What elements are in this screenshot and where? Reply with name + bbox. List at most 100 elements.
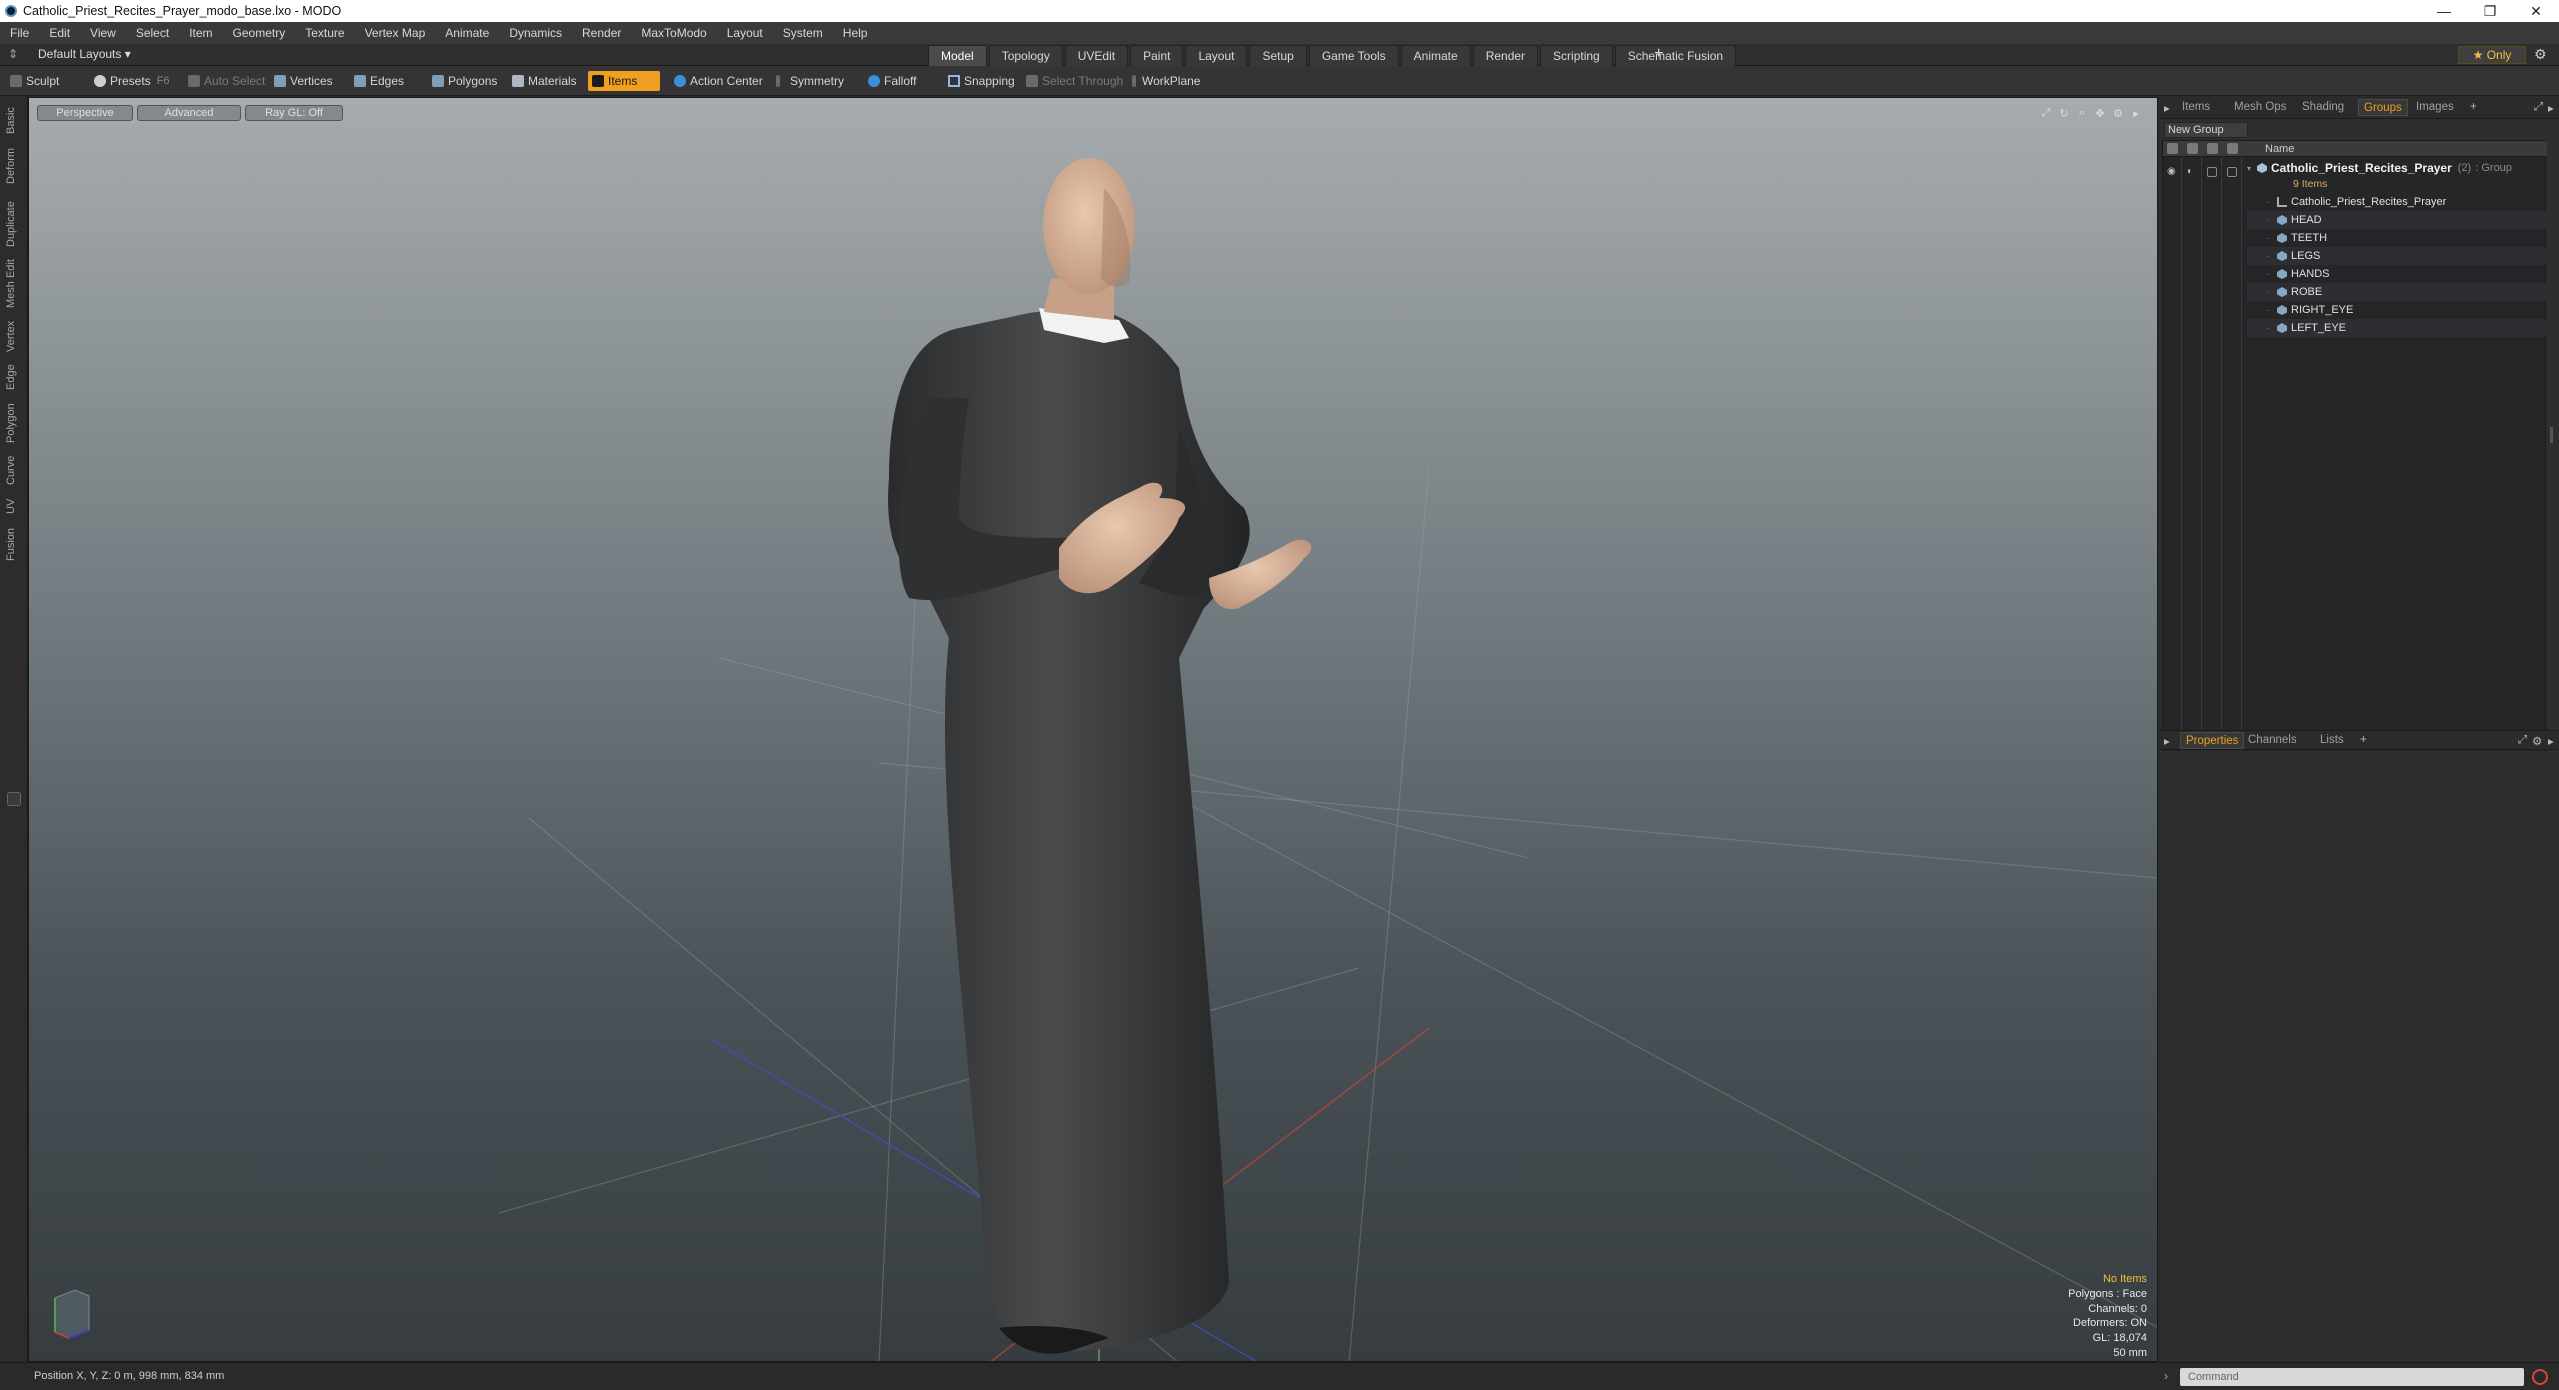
left-tab-curve[interactable]: Curve (5, 452, 21, 488)
select-through-button[interactable]: Select Through (1022, 71, 1127, 91)
close-button[interactable]: ✕ (2513, 0, 2559, 22)
pin-icon[interactable]: ⇕ (8, 47, 18, 61)
tab-schematic-fusion[interactable]: Schematic Fusion (1614, 45, 1737, 67)
collapse-triangle-icon[interactable]: ▾ (2247, 164, 2257, 173)
menu-edit[interactable]: Edit (49, 26, 70, 40)
layout-dropdown[interactable]: Default Layouts ▾ (38, 47, 131, 61)
menu-file[interactable]: File (10, 26, 29, 40)
tab-model[interactable]: Model (928, 45, 987, 67)
tab-setup[interactable]: Setup (1249, 45, 1307, 67)
menu-geometry[interactable]: Geometry (233, 26, 286, 40)
viewport-gear-icon[interactable]: ⚙ (2111, 106, 2125, 120)
snapping-button[interactable]: Snapping (944, 71, 1019, 91)
menu-dynamics[interactable]: Dynamics (509, 26, 562, 40)
menu-select[interactable]: Select (136, 26, 169, 40)
menu-vertex-map[interactable]: Vertex Map (365, 26, 426, 40)
symmetry-button[interactable]: Symmetry (772, 71, 848, 91)
ray-gl-dropdown[interactable]: Ray GL: Off (245, 105, 343, 121)
left-tab-fusion[interactable]: Fusion (5, 524, 21, 564)
tab-animate[interactable]: Animate (1400, 45, 1471, 67)
command-record-icon[interactable] (2532, 1369, 2548, 1385)
menu-help[interactable]: Help (843, 26, 868, 40)
list-item[interactable]: · LEGS (2267, 247, 2559, 265)
left-tab-duplicate[interactable]: Duplicate (5, 196, 21, 252)
left-tab-uv[interactable]: UV (5, 494, 21, 518)
list-scrollbar[interactable] (2550, 427, 2553, 443)
menu-render[interactable]: Render (582, 26, 621, 40)
tab-channels[interactable]: Channels (2248, 734, 2297, 746)
name-column-header[interactable]: Name (2265, 143, 2294, 155)
properties-gear-icon[interactable]: ⚙ (2532, 734, 2542, 748)
list-item[interactable]: · HANDS (2267, 265, 2559, 283)
3d-viewport[interactable]: Perspective Advanced Ray GL: Off ⤢ ↻ ⌕ ✥… (28, 97, 2158, 1362)
list-item[interactable]: · ROBE (2267, 283, 2559, 301)
select-column-icon[interactable] (2227, 143, 2238, 154)
lock-column-icon[interactable] (2207, 143, 2218, 154)
workplane-button[interactable]: WorkPlane (1128, 71, 1204, 91)
add-tab-icon[interactable]: + (2470, 101, 2477, 113)
menu-animate[interactable]: Animate (445, 26, 489, 40)
tab-uvedit[interactable]: UVEdit (1064, 45, 1129, 67)
list-item[interactable]: · Catholic_Priest_Recites_Prayer (2267, 193, 2559, 211)
group-render-icon[interactable]: ◐ (2187, 166, 2193, 177)
tab-lists[interactable]: Lists (2320, 734, 2344, 746)
tab-mesh-ops[interactable]: Mesh Ops (2234, 101, 2286, 113)
tab-groups[interactable]: Groups (2358, 99, 2408, 116)
zoom-icon[interactable]: ⌕ (2075, 106, 2089, 120)
list-item[interactable]: · HEAD (2267, 211, 2559, 229)
menu-item[interactable]: Item (189, 26, 212, 40)
properties-menu-icon[interactable]: ▸ (2548, 734, 2554, 748)
only-toggle[interactable]: ★ Only (2458, 46, 2526, 64)
menu-texture[interactable]: Texture (305, 26, 344, 40)
tab-scripting[interactable]: Scripting (1540, 45, 1613, 67)
menu-maxtomodo[interactable]: MaxToModo (641, 26, 706, 40)
visibility-column-icon[interactable] (2167, 143, 2178, 154)
render-column-icon[interactable] (2187, 143, 2198, 154)
tab-properties[interactable]: Properties (2180, 732, 2245, 749)
tab-game-tools[interactable]: Game Tools (1308, 45, 1399, 67)
panel-pin-icon[interactable]: ▸ (2164, 101, 2170, 115)
menu-system[interactable]: System (783, 26, 823, 40)
tab-topology[interactable]: Topology (988, 45, 1063, 67)
edges-button[interactable]: Edges (350, 71, 408, 91)
left-tab-vertex[interactable]: Vertex (5, 316, 21, 356)
new-group-button[interactable]: New Group (2164, 122, 2248, 138)
panel-menu-icon[interactable]: ▸ (2548, 101, 2554, 115)
pan-icon[interactable]: ✥ (2093, 106, 2107, 120)
viewport-menu-arrow-icon[interactable]: ▸ (2129, 106, 2143, 120)
menu-view[interactable]: View (90, 26, 116, 40)
tab-images[interactable]: Images (2416, 101, 2454, 113)
advanced-dropdown[interactable]: Advanced (137, 105, 241, 121)
perspective-dropdown[interactable]: Perspective (37, 105, 133, 121)
action-center-button[interactable]: Action Center (670, 71, 767, 91)
group-lock-checkbox[interactable] (2207, 167, 2217, 177)
tab-layout[interactable]: Layout (1185, 45, 1248, 67)
properties-expand-icon[interactable]: ⤢ (2518, 734, 2527, 747)
tab-shading[interactable]: Shading (2302, 101, 2344, 113)
polygons-button[interactable]: Polygons (428, 71, 501, 91)
tab-render[interactable]: Render (1472, 45, 1539, 67)
falloff-button[interactable]: Falloff (864, 71, 920, 91)
fit-icon[interactable]: ⤢ (2039, 106, 2053, 120)
group-select-checkbox[interactable] (2227, 167, 2237, 177)
left-tab-basic[interactable]: Basic (5, 104, 21, 138)
materials-button[interactable]: Materials (508, 71, 581, 91)
command-history-arrow-icon[interactable]: › (2164, 1369, 2168, 1383)
items-button[interactable]: Items (588, 71, 660, 91)
auto-select-button[interactable]: Auto Select (184, 71, 269, 91)
list-item[interactable]: · RIGHT_EYE (2267, 301, 2559, 319)
gear-icon[interactable]: ⚙ (2534, 46, 2547, 63)
list-item[interactable]: · TEETH (2267, 229, 2559, 247)
vertices-button[interactable]: Vertices (270, 71, 337, 91)
menu-layout[interactable]: Layout (727, 26, 763, 40)
maximize-button[interactable]: ❐ (2467, 0, 2513, 22)
properties-pin-icon[interactable]: ▸ (2164, 734, 2170, 748)
orientation-gizmo[interactable] (54, 1289, 90, 1339)
rotate-icon[interactable]: ↻ (2057, 106, 2071, 120)
minimize-button[interactable]: — (2421, 0, 2467, 22)
left-tab-edge[interactable]: Edge (5, 360, 21, 394)
presets-button[interactable]: Presets F6 (90, 71, 174, 91)
command-input[interactable]: Command (2180, 1368, 2524, 1386)
tab-paint[interactable]: Paint (1130, 45, 1184, 67)
expand-panel-icon[interactable]: ⤢ (2534, 101, 2543, 114)
